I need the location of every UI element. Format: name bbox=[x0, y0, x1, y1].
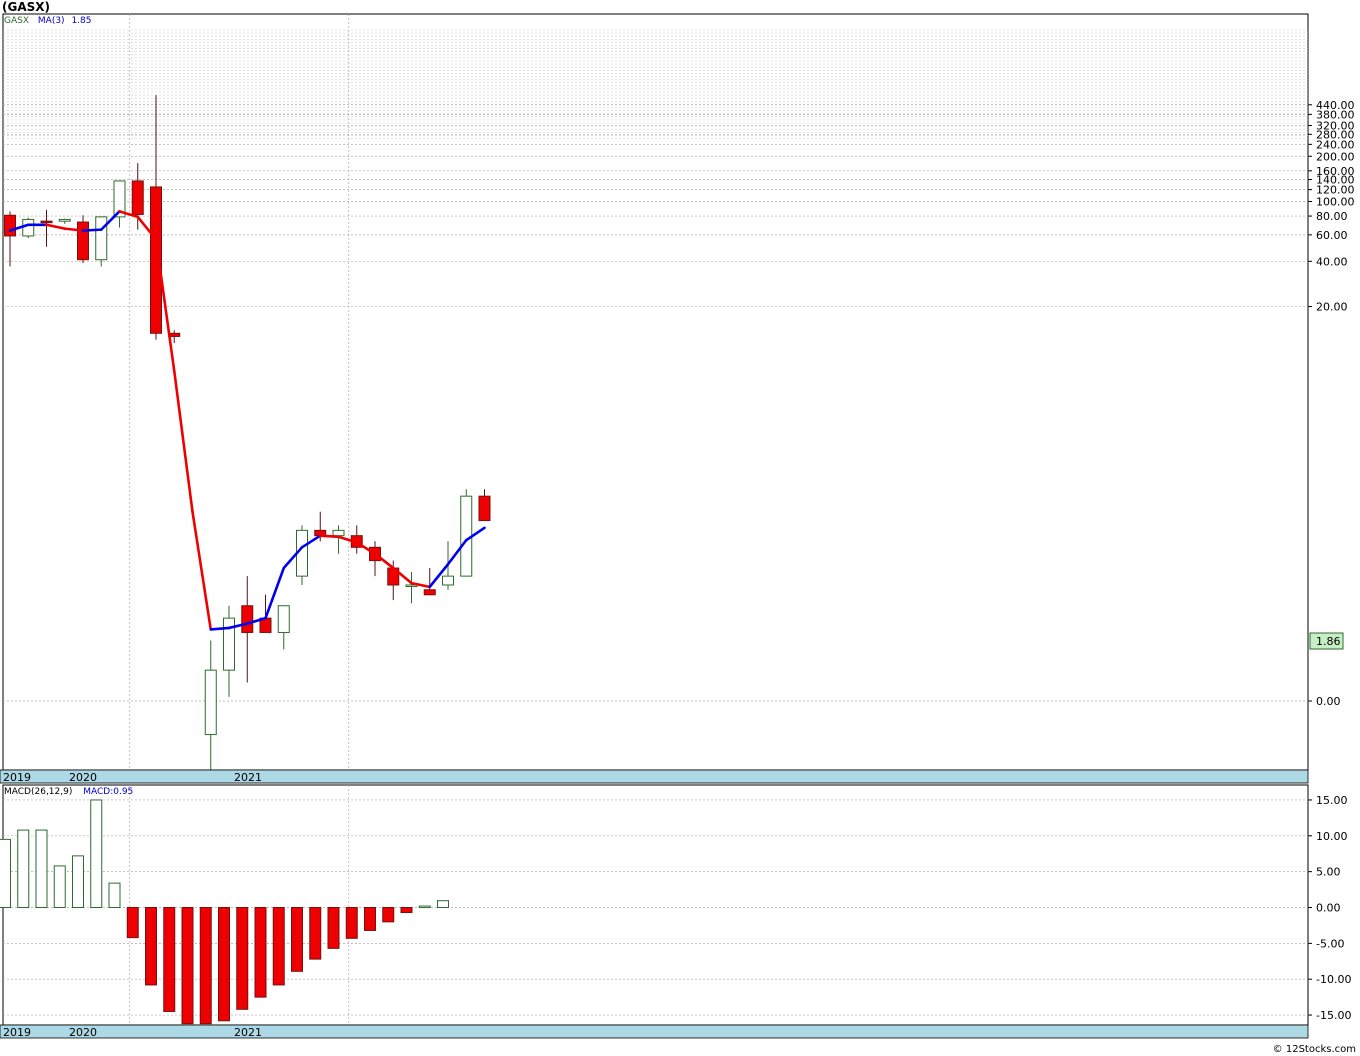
macd-bar bbox=[35, 829, 48, 909]
candle-body bbox=[442, 575, 454, 586]
ma-segment bbox=[209, 626, 231, 631]
last-price-label: 1.86 bbox=[1316, 635, 1341, 648]
macd-tick-label: 10.00 bbox=[1316, 830, 1348, 843]
price-panel: 440.00380.00320.00280.00240.00200.00160.… bbox=[0, 13, 1355, 784]
macd-bar bbox=[199, 907, 212, 1025]
price-tick-label: 20.00 bbox=[1316, 301, 1348, 314]
macd-tick-label: -10.00 bbox=[1316, 973, 1351, 986]
price-tick-label: 60.00 bbox=[1316, 229, 1348, 242]
macd-bar bbox=[327, 907, 340, 949]
macd-legend: MACD(26,12,9) MACD:0.95 bbox=[4, 787, 133, 797]
macd-bar bbox=[272, 907, 285, 986]
candle-body bbox=[4, 214, 16, 237]
candle-body bbox=[131, 180, 144, 215]
macd-legend-label: MACD(26,12,9) bbox=[4, 787, 73, 797]
macd-year-label-2020: 2020 bbox=[69, 1026, 97, 1039]
candle bbox=[22, 217, 35, 239]
macd-bar bbox=[437, 900, 449, 908]
macd-bar bbox=[145, 907, 157, 986]
macd-bar bbox=[382, 907, 395, 923]
macd-tick-label: 5.00 bbox=[1316, 866, 1341, 879]
macd-bar bbox=[0, 838, 11, 909]
macd-year-label-2019: 2019 bbox=[3, 1026, 31, 1039]
macd-bar bbox=[218, 907, 230, 1022]
macd-bar bbox=[254, 907, 267, 998]
candle-body bbox=[58, 218, 71, 222]
price-tick-label: 40.00 bbox=[1316, 255, 1348, 268]
price-legend: GASX MA(3) 1.85 bbox=[4, 16, 91, 26]
macd-bar bbox=[418, 905, 431, 909]
year-label-2019: 2019 bbox=[3, 771, 31, 784]
macd-tick-label: 0.00 bbox=[1316, 902, 1341, 915]
price-tick-label: 0.00 bbox=[1316, 695, 1341, 708]
macd-bar bbox=[236, 907, 249, 1010]
candle bbox=[296, 525, 308, 585]
price-tick-label: 200.00 bbox=[1316, 150, 1355, 163]
macd-bar bbox=[17, 829, 30, 909]
macd-year-label-2021: 2021 bbox=[234, 1026, 262, 1039]
macd-bar bbox=[126, 907, 139, 939]
candle-body bbox=[277, 605, 290, 633]
year-label-2020: 2020 bbox=[69, 771, 97, 784]
candle-body bbox=[22, 218, 35, 237]
macd-bar bbox=[291, 907, 303, 972]
candle-body bbox=[40, 220, 53, 224]
price-tick-label: 80.00 bbox=[1316, 210, 1348, 223]
macd-bar bbox=[108, 882, 121, 909]
ma-segment bbox=[318, 534, 340, 539]
macd-tick-label: -5.00 bbox=[1316, 937, 1344, 950]
legend-ma-value: 1.85 bbox=[71, 16, 92, 26]
stock-chart: 440.00380.00320.00280.00240.00200.00160.… bbox=[0, 13, 1355, 1039]
year-label-2021: 2021 bbox=[234, 771, 262, 784]
macd-bar bbox=[163, 907, 176, 1012]
price-plot-area bbox=[2, 13, 1309, 771]
macd-timeline-band bbox=[0, 1024, 1309, 1039]
legend-ma: MA(3) bbox=[37, 16, 65, 26]
macd-legend-value: MACD:0.95 bbox=[83, 787, 134, 797]
ma-segment bbox=[81, 228, 103, 232]
copyright: © 12Stocks.com bbox=[1272, 1044, 1356, 1055]
macd-bar bbox=[364, 907, 376, 931]
candle bbox=[460, 489, 473, 577]
macd-bar bbox=[53, 865, 66, 908]
price-timeline-band bbox=[0, 769, 1309, 784]
candle-body bbox=[204, 669, 217, 736]
price-tick-label: 100.00 bbox=[1316, 196, 1355, 209]
macd-bar bbox=[400, 907, 413, 914]
macd-bar bbox=[309, 907, 322, 960]
macd-plot-area bbox=[2, 784, 1309, 1026]
candle-body bbox=[478, 495, 491, 522]
macd-panel: 15.00 10.00 5.00 0.00 -5.00 -10.00 -15.00 2019 2… bbox=[0, 784, 1351, 1039]
candle-body bbox=[241, 605, 254, 633]
macd-bar bbox=[72, 855, 84, 908]
legend-symbol: GASX bbox=[4, 16, 30, 26]
macd-bar bbox=[90, 799, 103, 909]
candle bbox=[77, 215, 89, 263]
macd-tick-label: -15.00 bbox=[1316, 1009, 1351, 1022]
candle-body bbox=[423, 589, 436, 596]
macd-bar bbox=[181, 907, 194, 1025]
candle-body bbox=[332, 529, 345, 537]
candle-body bbox=[95, 216, 108, 261]
candle-body bbox=[77, 221, 89, 261]
macd-tick-label: 15.00 bbox=[1316, 794, 1348, 807]
macd-bar bbox=[345, 907, 358, 939]
